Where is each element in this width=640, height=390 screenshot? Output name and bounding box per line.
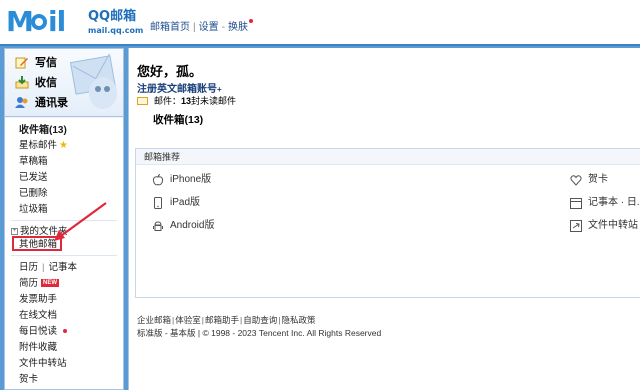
qq-mascot-decoration — [69, 53, 121, 113]
greeting-card-link[interactable]: 贺卡 — [570, 173, 608, 187]
envelope-icon — [137, 96, 148, 105]
invoice-assistant-link[interactable]: 发票助手 — [19, 293, 57, 307]
unread-count: 13 — [181, 95, 192, 106]
new-badge: NEW — [41, 279, 60, 288]
ipad-label: iPad版 — [170, 197, 201, 208]
pencil-icon — [15, 56, 29, 69]
file-transfer-link[interactable]: 文件中转站 — [19, 357, 67, 371]
recommend-panel: 邮箱推荐 iPhone版 iPad版 Android版 贺卡 记事本 · 日..… — [135, 148, 640, 298]
inbox-link[interactable]: 收件箱(13) — [153, 112, 203, 127]
mail-prefix: 邮件： — [154, 96, 182, 106]
notes-label: 记事本 · 日... — [588, 197, 640, 208]
calendar-link[interactable]: 日历 — [19, 262, 38, 273]
folder-starred[interactable]: 星标邮件 ★ — [19, 139, 68, 153]
iphone-label: iPhone版 — [170, 174, 212, 185]
contacts-label: 通讯录 — [35, 97, 68, 109]
mail-assistant-link[interactable]: 邮箱助手 — [205, 315, 239, 325]
apple-icon — [152, 174, 164, 186]
logo-brand: QQ邮箱 — [88, 9, 137, 24]
daily-reading-link[interactable]: 每日悦读 — [19, 325, 68, 339]
write-label: 写信 — [35, 57, 57, 69]
file-transfer-link[interactable]: 文件中转站 — [570, 219, 638, 233]
heart-icon — [570, 174, 582, 186]
folder-spam[interactable]: 垃圾箱 — [19, 203, 48, 217]
svg-text:M: M — [6, 6, 33, 36]
top-links: 邮箱首页 | 设置 - 换肤 — [150, 18, 253, 33]
notification-dot — [248, 19, 253, 23]
iphone-app-link[interactable]: iPhone版 — [152, 173, 211, 187]
plus-icon: + — [217, 85, 222, 94]
folder-deleted[interactable]: 已删除 — [19, 187, 48, 201]
file-transfer-icon — [570, 220, 582, 232]
mail-suffix: 封未读邮件 — [191, 96, 237, 106]
tools-calendar-notes: 日历 | 记事本 — [19, 262, 77, 273]
receive-label: 收信 — [35, 77, 57, 89]
contacts-icon — [15, 96, 29, 109]
annotation-arrow-icon — [54, 202, 107, 241]
folder-starred-label: 星标邮件 — [19, 140, 58, 151]
footer-links: 企业邮箱|体验室|邮箱助手|自助查询|隐私政策 — [137, 315, 316, 325]
register-english-account-link[interactable]: 注册英文邮箱账号+ — [137, 80, 222, 95]
lab-link[interactable]: 体验室 — [175, 315, 201, 325]
svg-text:il: il — [48, 6, 65, 36]
qq-mail-logo[interactable]: M il QQ邮箱 mail.qq.com — [6, 4, 146, 42]
quick-actions: 写信 收信 通讯录 — [5, 49, 123, 117]
logo-mail-text: M il — [6, 5, 84, 42]
tablet-icon — [152, 197, 164, 209]
privacy-link[interactable]: 隐私政策 — [281, 315, 315, 325]
logo-url: mail.qq.com — [88, 26, 144, 35]
resume-link[interactable]: 简历 NEW — [19, 277, 60, 291]
receive-button[interactable]: 收信 — [15, 73, 57, 91]
notes-calendar-link[interactable]: 记事本 · 日... — [570, 196, 640, 210]
mail-home-link[interactable]: 邮箱首页 — [150, 22, 190, 33]
folder-drafts[interactable]: 草稿箱 — [19, 155, 48, 169]
cards-label: 贺卡 — [588, 174, 608, 185]
settings-link[interactable]: 设置 — [199, 22, 219, 33]
android-icon — [152, 220, 164, 232]
android-app-link[interactable]: Android版 — [152, 219, 214, 233]
skin-link[interactable]: 换肤 — [228, 22, 248, 33]
daily-reading-label: 每日悦读 — [19, 326, 58, 337]
enterprise-mail-link[interactable]: 企业邮箱 — [137, 315, 171, 325]
greeting-cards-link[interactable]: 贺卡 — [19, 373, 38, 387]
star-icon: ★ — [59, 140, 68, 151]
main-panel: 您好，孤。 注册英文邮箱账号+ 邮件： 13 封未读邮件 收件箱(13) 邮箱推荐… — [128, 48, 640, 390]
unread-summary: 邮件： 13 封未读邮件 — [137, 94, 236, 107]
footer-copyright: 标准版 - 基本版 | © 1998 - 2023 Tencent Inc. A… — [137, 328, 382, 338]
contacts-button[interactable]: 通讯录 — [15, 93, 68, 111]
calendar-icon — [570, 197, 582, 209]
self-service-link[interactable]: 自助查询 — [243, 315, 277, 325]
greeting: 您好，孤。 — [137, 64, 203, 79]
transfer-label: 文件中转站 — [588, 220, 638, 231]
online-docs-link[interactable]: 在线文档 — [19, 309, 57, 323]
android-label: Android版 — [170, 220, 215, 231]
resume-label: 简历 — [19, 278, 39, 289]
attachments-link[interactable]: 附件收藏 — [19, 341, 57, 355]
write-button[interactable]: 写信 — [15, 53, 57, 71]
divider — [11, 255, 117, 256]
notes-link[interactable]: 记事本 — [48, 262, 77, 273]
notification-dot — [63, 329, 68, 334]
folder-list: 收件箱(13) 星标邮件 ★ 草稿箱 已发送 已删除 垃圾箱 + 我的文件夹 其他邮… — [5, 118, 123, 389]
folder-sent[interactable]: 已发送 — [19, 171, 48, 185]
recommend-title: 邮箱推荐 — [136, 149, 640, 165]
ipad-app-link[interactable]: iPad版 — [152, 196, 200, 210]
folder-inbox[interactable]: 收件箱(13) — [19, 124, 67, 138]
header: M il QQ邮箱 mail.qq.com 邮箱首页 | 设置 - 换肤 — [0, 0, 640, 44]
expand-plus-icon: + — [11, 227, 18, 235]
inbox-download-icon — [15, 75, 29, 89]
